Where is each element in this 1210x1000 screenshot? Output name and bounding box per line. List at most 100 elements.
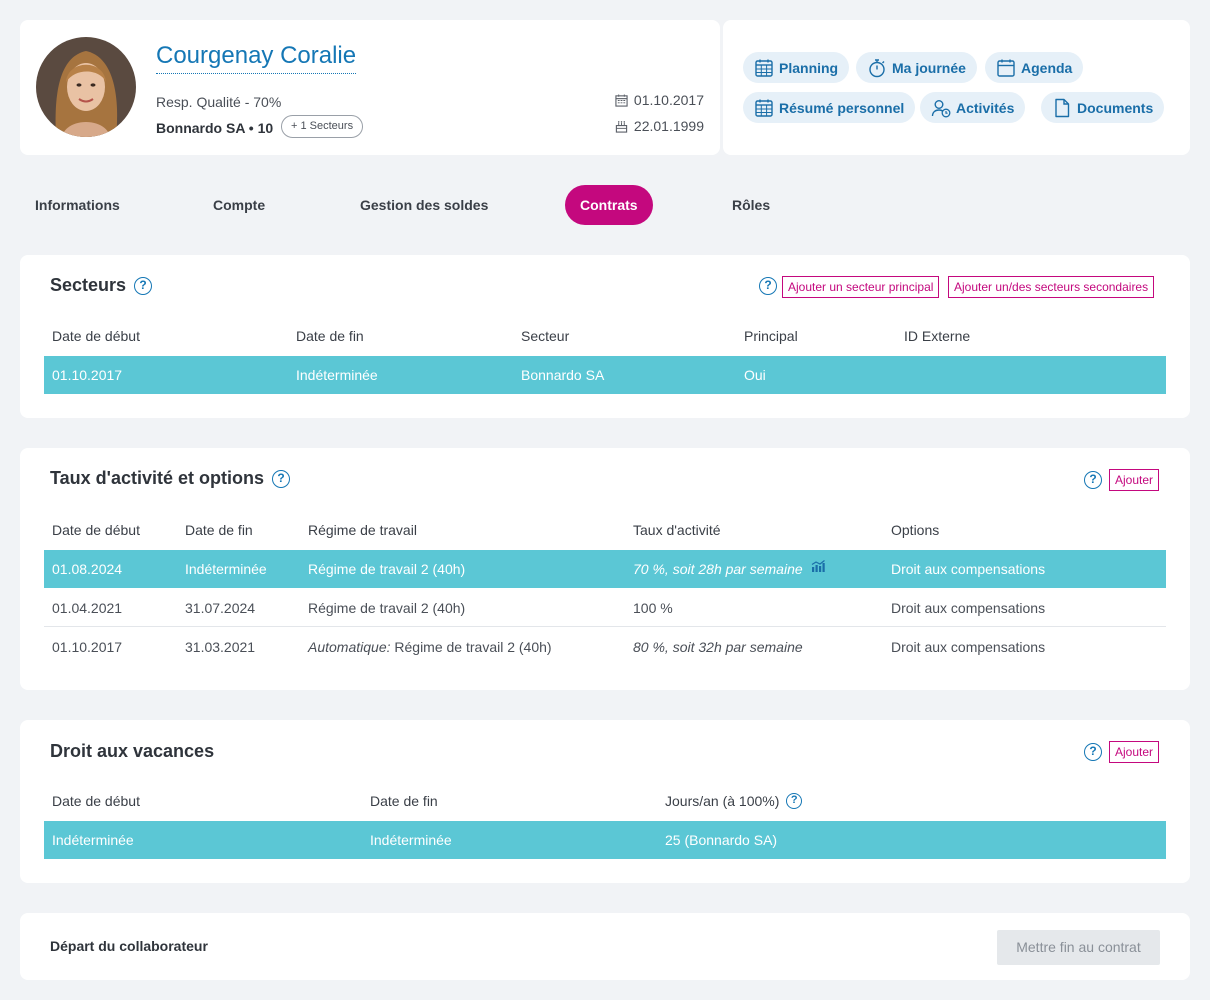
depart-card: Départ du collaborateur Mettre fin au co… — [20, 913, 1190, 980]
planning-button[interactable]: Planning — [743, 52, 850, 83]
column-header: Régime de travail — [308, 522, 417, 538]
cell-regime: Régime de travail 2 (40h) — [308, 550, 465, 588]
help-icon[interactable]: ? — [1084, 743, 1102, 761]
help-icon[interactable]: ? — [271, 469, 290, 488]
column-header: Principal — [744, 328, 798, 344]
depart-label: Départ du collaborateur — [50, 938, 208, 954]
rate-text: 70 %, soit 28h par semaine — [633, 561, 803, 577]
add-vacances-button[interactable]: Ajouter — [1109, 741, 1160, 763]
regime-prefix: Automatique: — [308, 639, 391, 655]
calendar-grid-icon — [755, 99, 773, 117]
cell-end: Indéterminée — [370, 832, 452, 848]
activites-button[interactable]: Activités — [920, 92, 1026, 123]
cell-rate: 70 %, soit 28h par semaine — [633, 550, 825, 588]
cell-regime: Régime de travail 2 (40h) — [308, 589, 465, 627]
column-header: Date de début — [52, 328, 140, 344]
cell-end: Indéterminée — [296, 367, 378, 383]
column-header: ID Externe — [904, 328, 971, 344]
table-row[interactable]: Indéterminée Indéterminée 25 (Bonnardo S… — [44, 821, 1166, 859]
column-header: Date de fin — [370, 793, 438, 809]
column-header-text: Jours/an (à 100%) — [665, 793, 780, 809]
avatar — [36, 37, 136, 137]
column-header: Date de fin — [185, 522, 253, 538]
vacances-title: Droit aux vacances — [50, 741, 215, 761]
trend-chart-icon[interactable] — [811, 560, 825, 572]
table-row[interactable]: 01.08.2024 Indéterminée Régime de travai… — [44, 550, 1166, 588]
secteurs-card: Secteurs ? ? Ajouter un secteur principa… — [20, 255, 1190, 418]
cell-sector: Bonnardo SA — [521, 367, 605, 383]
cell-end: Indéterminée — [185, 561, 267, 577]
cell-days: 25 (Bonnardo SA) — [665, 832, 778, 848]
cell-start: 01.08.2024 — [52, 561, 123, 577]
add-taux-button[interactable]: Ajouter — [1109, 469, 1160, 491]
taux-title: Taux d'activité et options ? — [50, 468, 290, 489]
cake-icon — [615, 120, 628, 133]
resume-personnel-label: Résumé personnel — [779, 99, 905, 116]
stopwatch-icon — [869, 58, 885, 77]
column-header: Date de fin — [296, 328, 364, 344]
calendar-icon — [997, 59, 1015, 77]
tab-compte[interactable]: Compte — [213, 185, 265, 225]
cell-start: 01.10.2017 — [52, 639, 123, 655]
secteurs-title: Secteurs ? — [50, 275, 153, 296]
add-secondary-sectors-button[interactable]: Ajouter un/des secteurs secondaires — [948, 276, 1155, 298]
employee-name[interactable]: Courgenay Coralie — [156, 42, 357, 74]
end-contract-button[interactable]: Mettre fin au contrat — [997, 930, 1160, 965]
ma-journee-button[interactable]: Ma journée — [856, 52, 977, 83]
vacances-card: Droit aux vacances ? Ajouter Date de déb… — [20, 720, 1190, 883]
entry-date: 01.10.2017 — [615, 92, 704, 108]
cell-rate: 80 %, soit 32h par semaine — [633, 628, 803, 666]
cell-principal: Oui — [744, 367, 766, 383]
sectors-pill[interactable]: + 1 Secteurs — [281, 115, 364, 138]
tab-contrats[interactable]: Contrats — [565, 185, 653, 225]
resume-personnel-button[interactable]: Résumé personnel — [743, 92, 916, 123]
taux-card: Taux d'activité et options ? ? Ajouter D… — [20, 448, 1190, 690]
cell-options: Droit aux compensations — [891, 561, 1046, 577]
help-icon[interactable]: ? — [786, 793, 803, 809]
column-header: Date de début — [52, 522, 140, 538]
document-icon — [1055, 98, 1070, 117]
entry-date-value: 01.10.2017 — [633, 92, 704, 108]
quick-actions-card: Planning Ma journée Agenda Résumé person… — [723, 20, 1190, 155]
birth-date: 22.01.1999 — [615, 118, 704, 134]
employee-company: Bonnardo SA • 10 — [156, 120, 274, 136]
birth-date-value: 22.01.1999 — [633, 118, 704, 134]
rate-text: 80 %, soit 32h par semaine — [633, 639, 803, 655]
table-row[interactable]: 01.04.2021 31.07.2024 Régime de travail … — [44, 589, 1166, 627]
user-clock-icon — [931, 99, 951, 117]
column-header-jours: Jours/an (à 100%) ? — [665, 793, 803, 809]
column-header: Secteur — [521, 328, 570, 344]
secteurs-title-text: Secteurs — [50, 275, 127, 295]
column-header: Taux d'activité — [633, 522, 721, 538]
calendar-icon — [615, 93, 628, 107]
taux-title-text: Taux d'activité et options — [50, 468, 264, 488]
ma-journee-label: Ma journée — [892, 59, 966, 76]
documents-label: Documents — [1077, 99, 1154, 116]
help-icon[interactable]: ? — [134, 276, 153, 295]
agenda-label: Agenda — [1021, 59, 1073, 76]
add-primary-sector-button[interactable]: Ajouter un secteur principal — [782, 276, 940, 298]
cell-end: 31.07.2024 — [185, 600, 256, 616]
regime-text: Régime de travail 2 (40h) — [308, 561, 466, 577]
calendar-grid-icon — [755, 59, 773, 77]
regime-text: Régime de travail 2 (40h) — [390, 639, 552, 655]
regime-text: Régime de travail 2 (40h) — [308, 600, 466, 616]
help-icon[interactable]: ? — [759, 277, 777, 295]
table-row[interactable]: 01.10.2017 Indéterminée Bonnardo SA Oui — [44, 356, 1166, 394]
cell-rate: 100 % — [633, 600, 673, 616]
documents-button[interactable]: Documents — [1041, 92, 1165, 123]
employee-role: Resp. Qualité - 70% — [156, 94, 282, 110]
cell-regime: Automatique: Régime de travail 2 (40h) — [308, 628, 552, 666]
agenda-button[interactable]: Agenda — [985, 52, 1084, 83]
help-icon[interactable]: ? — [1084, 471, 1102, 489]
tab-roles[interactable]: Rôles — [732, 185, 770, 225]
table-row[interactable]: 01.10.2017 31.03.2021 Automatique: Régim… — [44, 628, 1166, 666]
profile-card: Courgenay Coralie Resp. Qualité - 70% Bo… — [20, 20, 720, 155]
cell-options: Droit aux compensations — [891, 639, 1046, 655]
tab-gestion-des-soldes[interactable]: Gestion des soldes — [360, 185, 488, 225]
tab-informations[interactable]: Informations — [35, 185, 120, 225]
column-header: Date de début — [52, 793, 140, 809]
cell-start: Indéterminée — [52, 832, 134, 848]
cell-options: Droit aux compensations — [891, 600, 1046, 616]
column-header: Options — [891, 522, 940, 538]
